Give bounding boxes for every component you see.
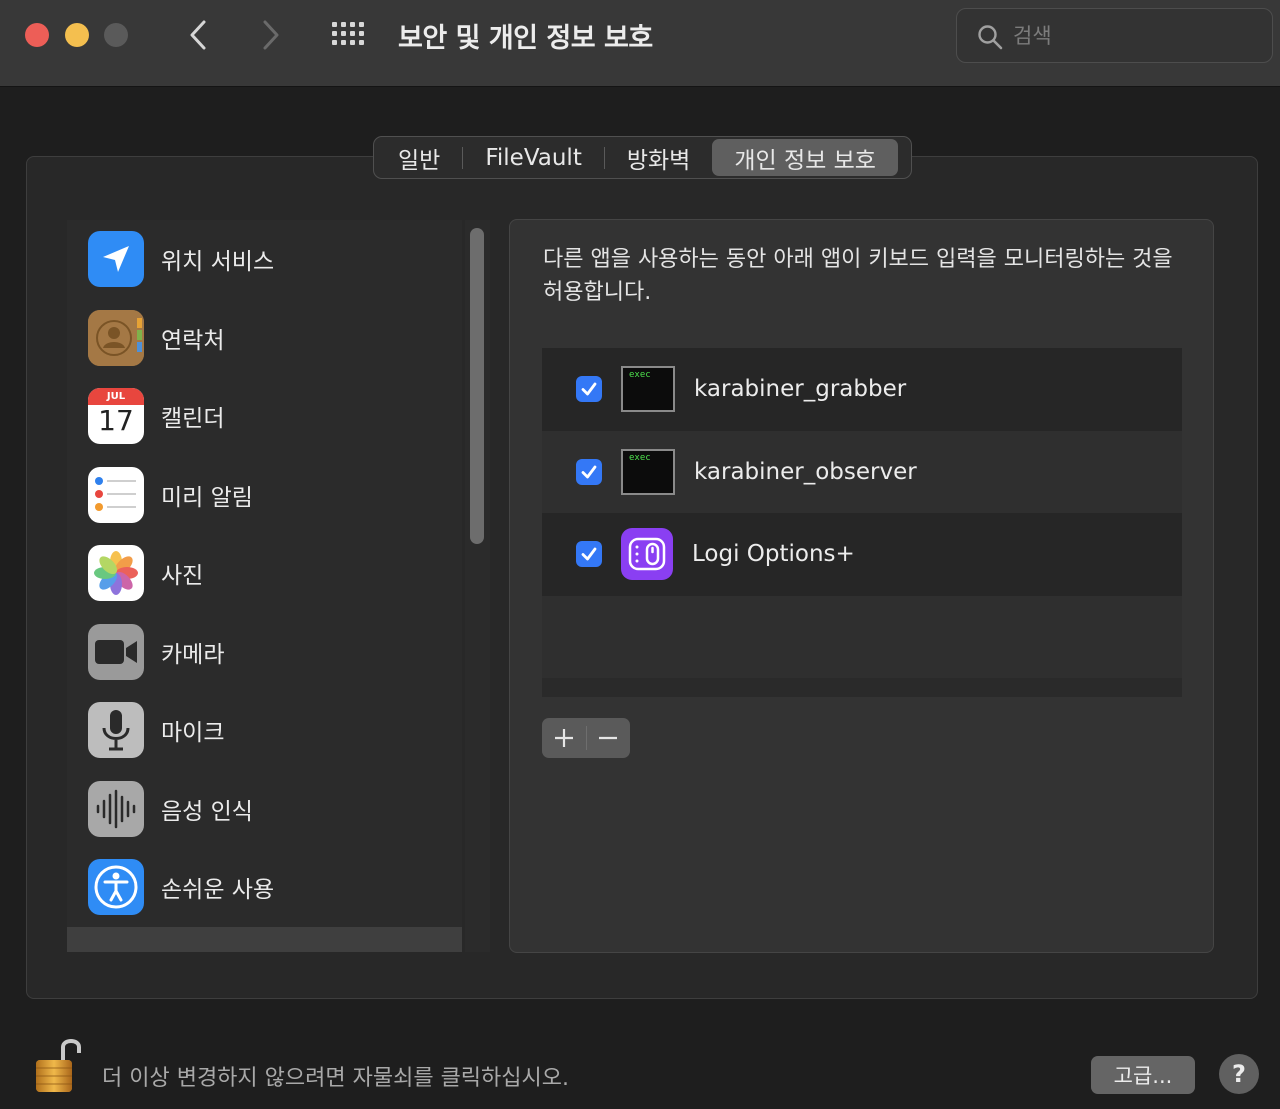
tab-filevault[interactable]: FileVault xyxy=(463,139,604,176)
app-name: karabiner_observer xyxy=(694,458,917,485)
checkmark-icon xyxy=(581,382,597,396)
sidebar-scrollbar-thumb[interactable] xyxy=(470,228,484,544)
camera-icon xyxy=(88,623,144,680)
photos-icon xyxy=(88,545,144,602)
title-bar: 보안 및 개인 정보 보호 xyxy=(0,0,1280,87)
app-checkbox[interactable] xyxy=(576,376,602,403)
calendar-month: JUL xyxy=(106,391,126,403)
remove-app-button[interactable] xyxy=(586,718,630,758)
sidebar-item-label: 손쉬운 사용 xyxy=(161,877,275,904)
sidebar-item-reminders[interactable]: 미리 알림 xyxy=(67,456,462,535)
app-row-karabiner-grabber[interactable]: exec karabiner_grabber xyxy=(542,348,1182,431)
search-icon xyxy=(978,25,1003,50)
exec-terminal-icon: exec xyxy=(621,448,675,495)
sidebar-item-input-monitoring[interactable] xyxy=(67,926,462,952)
calendar-icon: JUL 17 xyxy=(88,388,144,445)
sidebar-item-contacts[interactable]: 연락처 xyxy=(67,299,462,378)
sidebar-item-label: 사진 xyxy=(161,563,204,590)
app-checkbox[interactable] xyxy=(576,541,602,568)
show-all-grid-button[interactable] xyxy=(330,21,370,49)
app-name: karabiner_grabber xyxy=(694,376,907,403)
lock-status-text: 더 이상 변경하지 않으려면 자물쇠를 클릭하십시오. xyxy=(102,1066,570,1091)
exec-terminal-icon: exec xyxy=(621,366,675,413)
accessibility-icon xyxy=(88,859,144,916)
chevron-right-icon xyxy=(263,20,279,50)
sidebar-item-microphone[interactable]: 마이크 xyxy=(67,691,462,770)
chevron-left-icon xyxy=(190,20,206,50)
checkmark-icon xyxy=(581,547,597,561)
forward-button[interactable] xyxy=(256,16,286,54)
app-row-logi-options[interactable]: Logi Options+ xyxy=(542,513,1182,596)
search-field[interactable] xyxy=(956,8,1273,63)
calendar-day: 17 xyxy=(98,404,134,438)
sidebar-item-location-services[interactable]: 위치 서비스 xyxy=(67,220,462,299)
advanced-button[interactable]: 고급... xyxy=(1091,1056,1195,1094)
sidebar-item-photos[interactable]: 사진 xyxy=(67,534,462,613)
add-app-button[interactable] xyxy=(542,718,586,758)
zoom-window-button[interactable] xyxy=(104,23,128,47)
search-input[interactable] xyxy=(1013,20,1253,52)
sidebar-item-label: 카메라 xyxy=(161,641,225,668)
sidebar-item-label: 연락처 xyxy=(161,327,225,354)
privacy-category-list[interactable]: 위치 서비스 연락처 JUL 17 캘린더 미리 알림 사진 카메라 마이크 음… xyxy=(67,220,462,952)
reminders-icon xyxy=(88,466,144,523)
checkmark-icon xyxy=(581,465,597,479)
back-button[interactable] xyxy=(183,16,213,54)
tab-general[interactable]: 일반 xyxy=(376,139,462,176)
tab-firewall[interactable]: 방화벽 xyxy=(605,139,712,176)
minus-icon xyxy=(599,736,618,740)
allowed-apps-list[interactable]: exec karabiner_grabber exec karabiner_ob… xyxy=(542,348,1182,697)
location-arrow-icon xyxy=(88,231,144,288)
lock-button[interactable] xyxy=(33,1033,81,1095)
close-window-button[interactable] xyxy=(25,23,49,47)
logi-options-icon xyxy=(621,528,673,581)
microphone-icon xyxy=(88,702,144,759)
sidebar-item-label: 마이크 xyxy=(161,720,225,747)
app-name: Logi Options+ xyxy=(692,541,855,568)
app-row-karabiner-observer[interactable]: exec karabiner_observer xyxy=(542,430,1182,513)
sidebar-item-label: 캘린더 xyxy=(161,406,225,433)
sidebar-item-accessibility[interactable]: 손쉬운 사용 xyxy=(67,848,462,927)
sidebar-item-speech-recognition[interactable]: 음성 인식 xyxy=(67,770,462,849)
tab-privacy[interactable]: 개인 정보 보호 xyxy=(712,139,898,176)
plus-icon xyxy=(554,729,573,747)
app-checkbox[interactable] xyxy=(576,458,602,485)
window-title: 보안 및 개인 정보 보호 xyxy=(398,23,653,54)
sidebar-item-calendar[interactable]: JUL 17 캘린더 xyxy=(67,377,462,456)
sidebar-item-camera[interactable]: 카메라 xyxy=(67,613,462,692)
minimize-window-button[interactable] xyxy=(65,23,89,47)
speech-recognition-icon xyxy=(88,780,144,837)
sidebar-item-label: 위치 서비스 xyxy=(161,249,275,276)
contacts-icon xyxy=(88,309,144,366)
sidebar-item-label: 미리 알림 xyxy=(161,484,253,511)
tab-bar: 일반 FileVault 방화벽 개인 정보 보호 xyxy=(373,136,912,179)
add-remove-control xyxy=(542,718,630,758)
help-button[interactable]: ? xyxy=(1219,1054,1259,1094)
empty-row xyxy=(542,595,1182,678)
sidebar-item-label: 음성 인식 xyxy=(161,798,253,825)
unlocked-padlock-icon xyxy=(36,1039,81,1092)
permission-description: 다른 앱을 사용하는 동안 아래 앱이 키보드 입력을 모니터링하는 것을 허용… xyxy=(543,247,1173,305)
